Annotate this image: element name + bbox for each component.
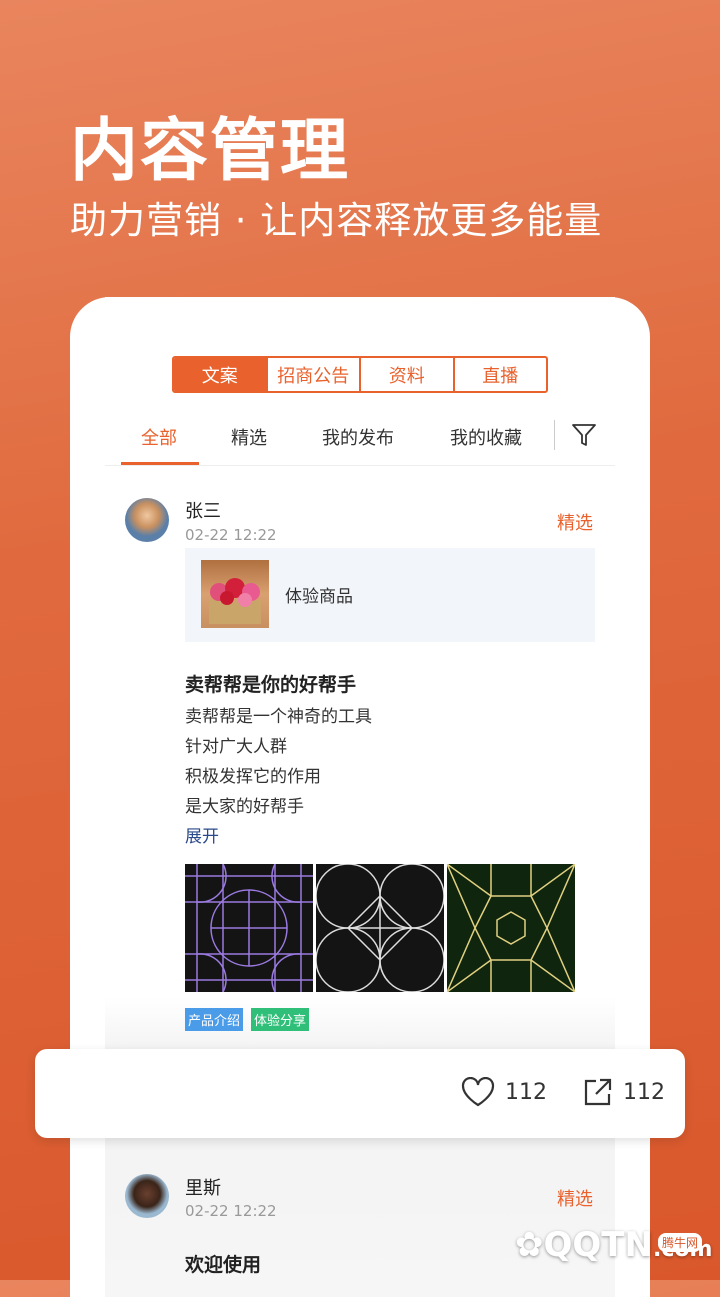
post-tags: 产品介绍 体验分享 <box>185 1008 310 1031</box>
post-time: 02-22 12:22 <box>185 526 277 544</box>
post-line: 卖帮帮是一个神奇的工具 <box>185 707 372 727</box>
share-icon <box>584 1078 612 1106</box>
tab-my-posts[interactable]: 我的发布 <box>322 424 394 450</box>
tab-all[interactable]: 全部 <box>141 424 177 450</box>
author-name: 张三 <box>185 501 221 522</box>
product-image <box>201 560 269 628</box>
segment-live[interactable]: 直播 <box>452 358 547 391</box>
post-image[interactable] <box>185 864 313 992</box>
author-name: 里斯 <box>185 1178 221 1199</box>
product-link[interactable]: 体验商品 <box>185 548 595 642</box>
page-subtitle: 助力营销 · 让内容释放更多能量 <box>70 199 603 242</box>
post-title: 卖帮帮是你的好帮手 <box>185 674 357 696</box>
heart-icon <box>461 1077 495 1107</box>
active-tab-indicator <box>121 462 199 465</box>
like-button[interactable]: 112 <box>461 1077 547 1107</box>
post-body: 卖帮帮是一个神奇的工具 针对广大人群 积极发挥它的作用 是大家的好帮手 <box>185 702 372 822</box>
post-line: 是大家的好帮手 <box>185 797 304 817</box>
post-line: 针对广大人群 <box>185 737 287 757</box>
filter-tabs: 全部 精选 我的发布 我的收藏 <box>105 410 615 466</box>
avatar[interactable] <box>125 1174 169 1218</box>
segment-copywriting[interactable]: 文案 <box>174 358 266 391</box>
post-line: 积极发挥它的作用 <box>185 767 321 787</box>
divider <box>554 420 555 450</box>
segment-announcement[interactable]: 招商公告 <box>265 358 360 391</box>
segment-materials[interactable]: 资料 <box>359 358 453 391</box>
post-title: 欢迎使用 <box>185 1254 262 1276</box>
post-image[interactable] <box>447 864 575 992</box>
post-actions-bar: 112 112 <box>35 1049 685 1138</box>
like-count: 112 <box>505 1079 547 1105</box>
tag-product-intro[interactable]: 产品介绍 <box>185 1008 244 1031</box>
product-name: 体验商品 <box>285 587 353 607</box>
avatar[interactable] <box>125 498 169 542</box>
share-button[interactable]: 112 <box>583 1077 665 1107</box>
tag-experience[interactable]: 体验分享 <box>251 1008 310 1031</box>
post-images <box>185 864 575 992</box>
share-count: 112 <box>623 1079 665 1105</box>
tab-my-favorites[interactable]: 我的收藏 <box>450 424 522 450</box>
page-title: 内容管理 <box>70 112 351 191</box>
featured-badge: 精选 <box>557 513 593 534</box>
expand-link[interactable]: 展开 <box>185 822 219 847</box>
post-card[interactable]: 张三 02-22 12:22 精选 体验商品 卖帮帮是你的好帮手 卖帮帮是一个神… <box>105 490 615 1050</box>
watermark-tag: 腾牛网 <box>658 1233 703 1252</box>
segment-control: 文案 招商公告 资料 直播 <box>172 356 548 393</box>
post-time: 02-22 12:22 <box>185 1202 277 1220</box>
tab-featured[interactable]: 精选 <box>231 424 267 450</box>
post-image[interactable] <box>316 864 444 992</box>
featured-badge: 精选 <box>557 1189 593 1210</box>
filter-icon[interactable] <box>571 422 597 448</box>
